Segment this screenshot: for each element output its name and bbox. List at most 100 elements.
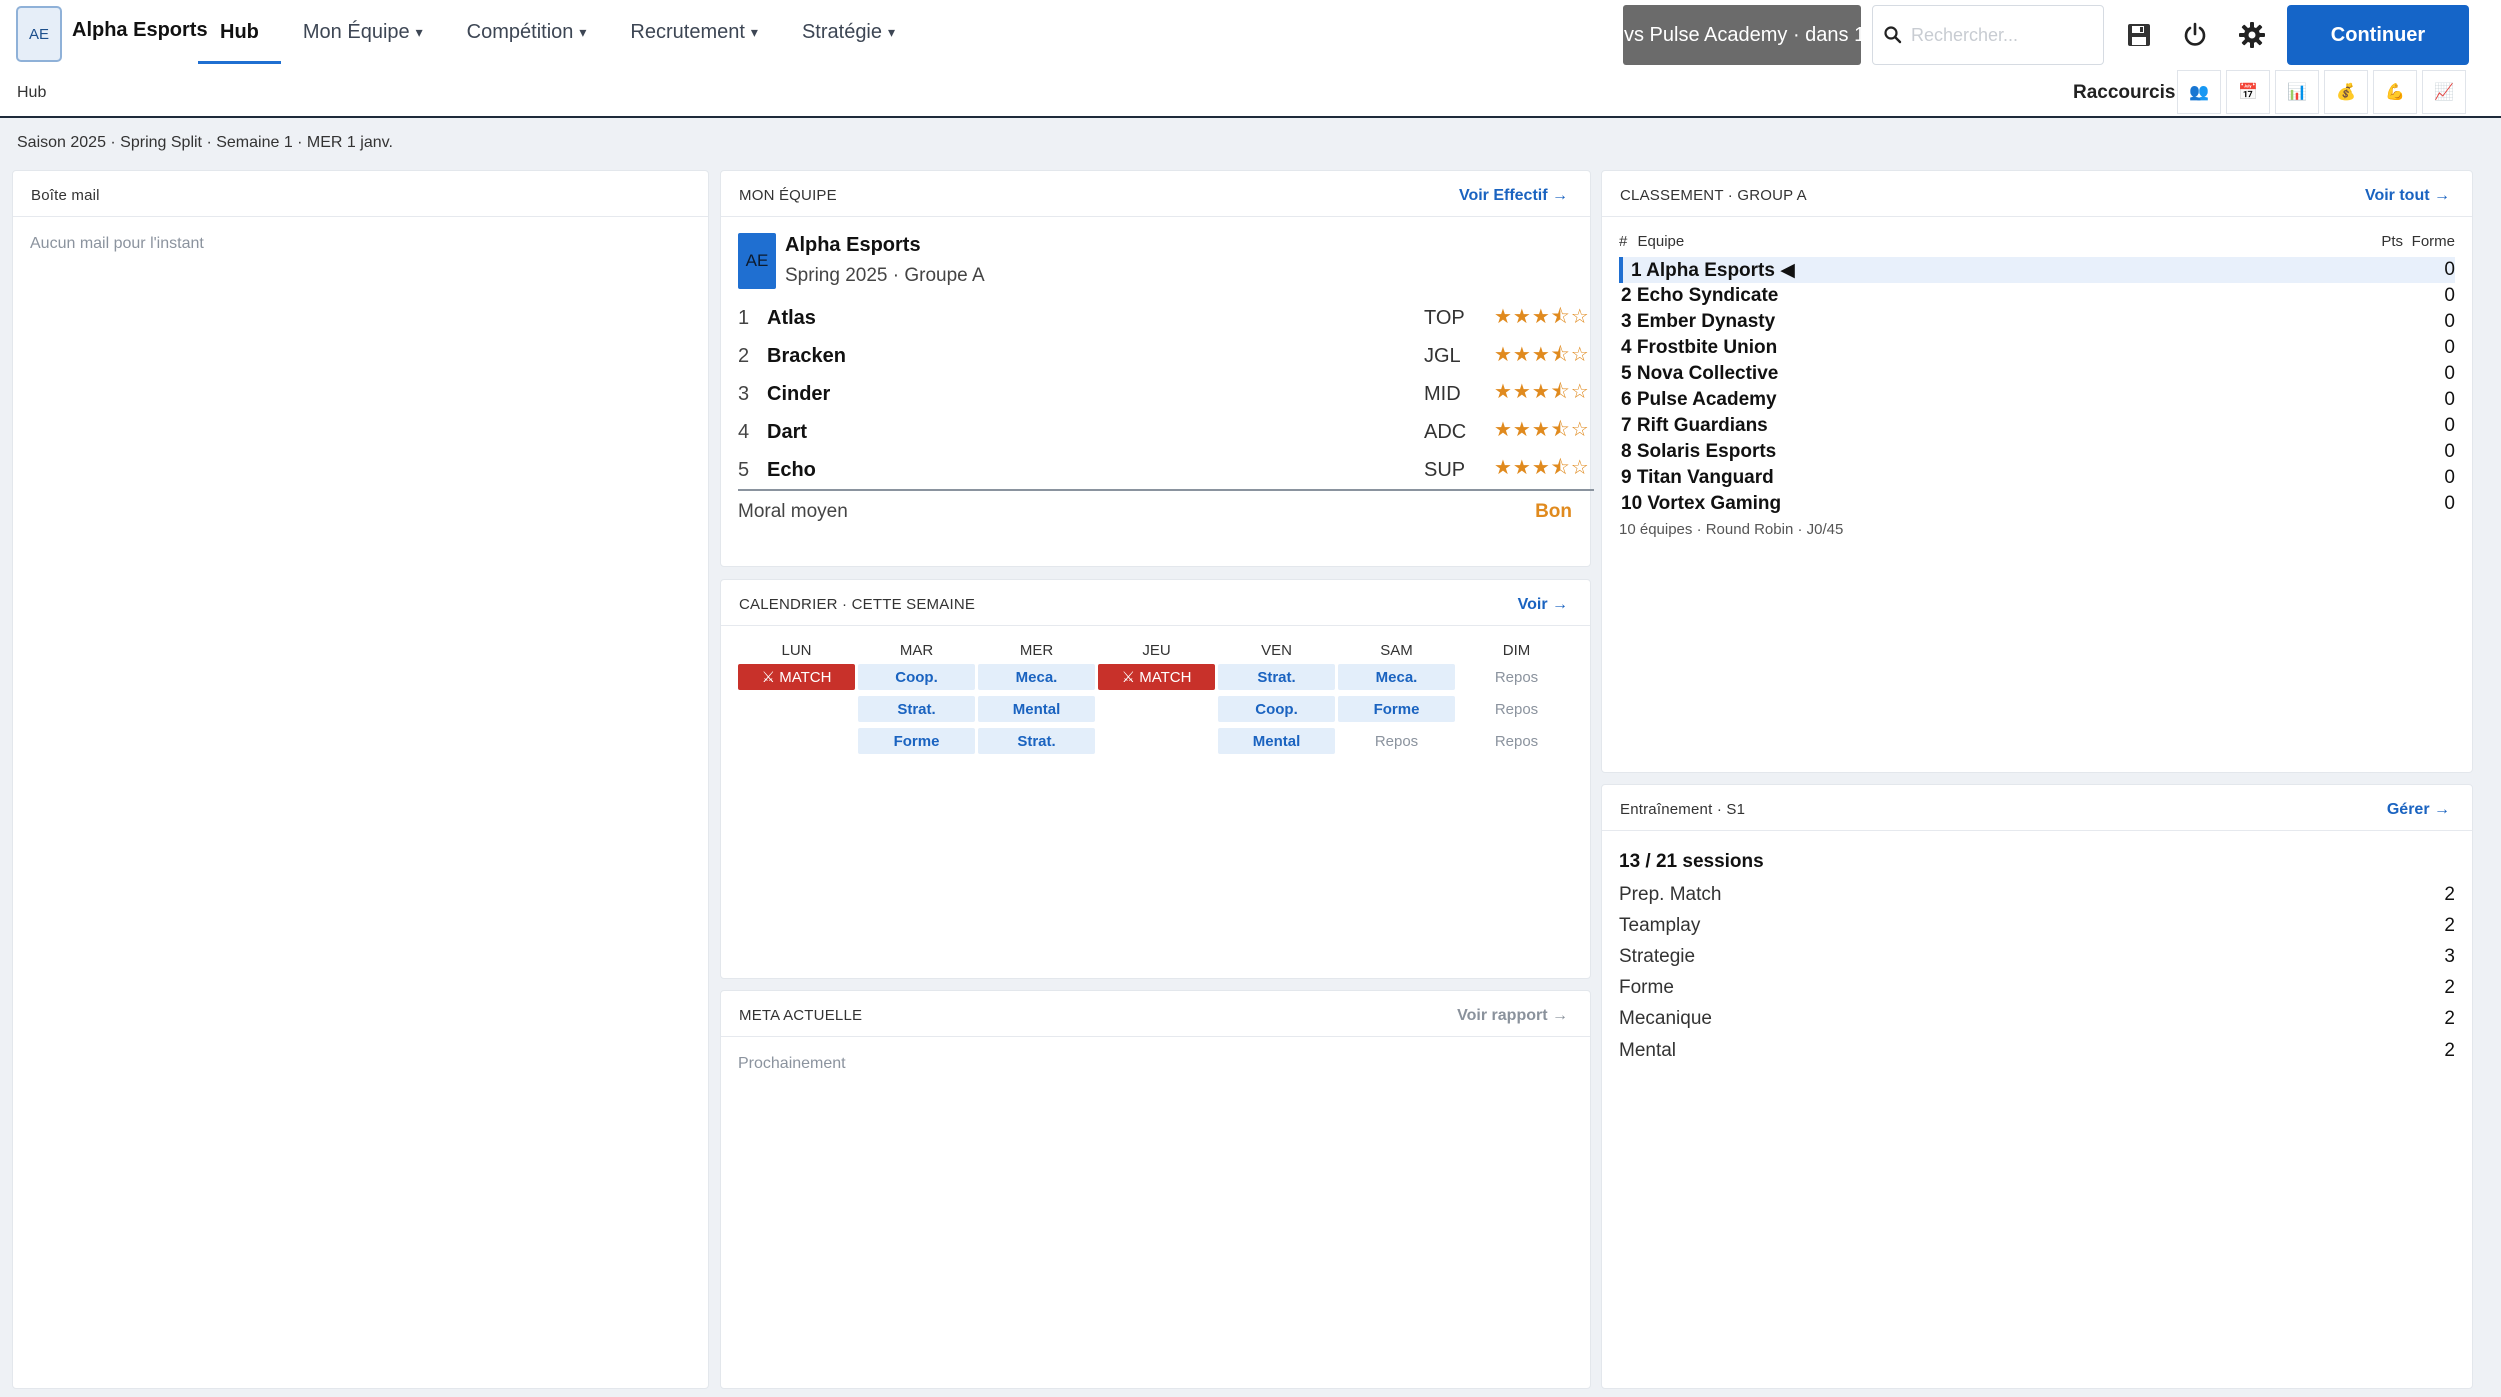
rest-slot[interactable]: Repos [1458,696,1575,722]
nav-competition-label: Compétition [466,20,574,43]
training-label: Forme [1619,977,1674,999]
save-icon[interactable] [2118,14,2160,56]
match-slot[interactable]: ⚔ MATCH [1098,664,1215,690]
view-all-link[interactable]: Voir tout → [2365,187,2450,205]
star-rating-icon: ★★★⯪☆ [1494,457,1590,480]
roster-row[interactable]: 2 Bracken JGL ★★★⯪☆ [738,338,1594,376]
money-bag-icon[interactable]: 💰 [2324,70,2368,114]
view-report-link[interactable]: Voir rapport → [1457,1007,1568,1025]
calendar-icon[interactable]: 📅 [2226,70,2270,114]
training-row[interactable]: Strategie 3 [1619,941,2455,972]
player-number: 1 [738,307,750,330]
mailbox-panel: Boîte mail Aucun mail pour l'instant [12,170,709,1389]
chevron-down-icon: ▾ [888,23,896,40]
search-input[interactable] [1911,24,2091,46]
meta-panel: META ACTUELLE Voir rapport → Prochaineme… [720,990,1591,1389]
roster-row[interactable]: 3 Cinder MID ★★★⯪☆ [738,376,1594,414]
training-row[interactable]: Mental 2 [1619,1035,2455,1066]
team-logo[interactable]: AE [16,6,62,62]
bar-chart-icon[interactable]: 📊 [2275,70,2319,114]
match-slot[interactable]: ⚔ MATCH [738,664,855,690]
training-slot[interactable]: Mental [1218,728,1335,754]
player-name: Bracken [767,345,846,368]
day-header: VEN [1261,642,1292,659]
standings-row[interactable]: 6 Pulse Academy 0 [1619,387,2455,413]
training-count: 2 [2444,1008,2455,1030]
player-number: 4 [738,420,750,443]
training-slot[interactable]: Strat. [858,696,975,722]
star-rating-icon: ★★★⯪☆ [1494,419,1590,442]
training-total: 13 / 21 sessions [1619,851,1764,872]
chevron-down-icon: ▾ [579,23,587,40]
standings-header: CLASSEMENT · GROUP A Voir tout → [1602,171,2472,217]
standings-row[interactable]: 3 Ember Dynasty 0 [1619,309,2455,335]
training-slot[interactable]: Strat. [978,728,1095,754]
app-title: Alpha Esports [72,19,208,41]
mailbox-title: Boîte mail [31,187,100,204]
standings-row[interactable]: 9 Titan Vanguard 0 [1619,465,2455,491]
standings-row[interactable]: 8 Solaris Esports 0 [1619,439,2455,465]
people-icon[interactable]: 👥 [2177,70,2221,114]
standings-row[interactable]: 2 Echo Syndicate 0 [1619,283,2455,309]
training-list: Prep. Match 2 Teamplay 2 Strategie 3 Forme 2 Mec… [1619,879,2455,1066]
power-icon[interactable] [2174,14,2216,56]
training-label: Mental [1619,1039,1677,1061]
training-slot[interactable]: Meca. [978,664,1095,690]
training-slot[interactable]: Mental [978,696,1095,722]
continue-button[interactable]: Continuer [2287,5,2469,65]
standings-row[interactable]: 7 Rift Guardians 0 [1619,413,2455,439]
nav-strategie-label: Stratégie [801,20,883,43]
view-calendar-link[interactable]: Voir → [1518,596,1568,614]
next-match-ticker[interactable]: vs Pulse Academy · dans 1 j [1623,5,1861,65]
roster-row[interactable]: 4 Dart ADC ★★★⯪☆ [738,413,1594,451]
calendar-panel: CALENDRIER · CETTE SEMAINE Voir → LUN MA… [720,579,1591,979]
rest-slot[interactable]: Repos [1338,728,1455,754]
training-panel: Entraînement · S1 Gérer → 13 / 21 sessio… [1601,784,2473,1389]
training-row[interactable]: Prep. Match 2 [1619,879,2455,910]
team-name: Alpha Esports [785,234,921,256]
training-slot[interactable]: Meca. [1338,664,1455,690]
team-subtitle: Spring 2025 · Groupe A [785,265,985,286]
training-row[interactable]: Forme 2 [1619,973,2455,1004]
day-header: JEU [1142,642,1171,659]
training-label: Teamplay [1619,914,1701,936]
rest-slot[interactable]: Repos [1458,728,1575,754]
training-slot[interactable]: Forme [1338,696,1455,722]
gear-icon[interactable] [2231,14,2273,56]
roster-divider [738,489,1594,491]
nav-recrutement[interactable]: Recrutement ▾ [608,0,780,64]
standings-row-own-team[interactable]: 1 Alpha Esports ◀ 0 [1619,257,2455,283]
col-pts: Pts [2381,233,2403,250]
main-nav: Hub Mon Équipe ▾ Compétition ▾ Recruteme… [198,0,917,64]
nav-hub[interactable]: Hub [198,0,281,64]
roster-row[interactable]: 5 Echo SUP ★★★⯪☆ [738,451,1594,489]
player-name: Atlas [767,307,816,330]
nav-competition[interactable]: Compétition ▾ [445,0,609,64]
player-number: 2 [738,345,750,368]
day-header: DIM [1502,642,1531,659]
manage-training-link[interactable]: Gérer → [2387,801,2450,819]
standings-row[interactable]: 4 Frostbite Union 0 [1619,335,2455,361]
training-count: 2 [2444,883,2455,905]
trend-chart-icon[interactable]: 📈 [2422,70,2466,114]
rest-slot[interactable]: Repos [1458,664,1575,690]
nav-mon-equipe[interactable]: Mon Équipe ▾ [281,0,445,64]
standings-row[interactable]: 10 Vortex Gaming 0 [1619,491,2455,517]
standings-row[interactable]: 5 Nova Collective 0 [1619,361,2455,387]
roster-list: 1 Atlas TOP ★★★⯪☆ 2 Bracken JGL ★★★⯪☆ 3 … [738,300,1594,489]
training-count: 2 [2444,1039,2455,1061]
standings-points: 0 [2444,311,2455,332]
training-slot[interactable]: Strat. [1218,664,1335,690]
training-row[interactable]: Teamplay 2 [1619,910,2455,941]
player-name: Echo [767,458,816,481]
training-slot[interactable]: Coop. [1218,696,1335,722]
flexed-arm-icon[interactable]: 💪 [2373,70,2417,114]
training-slot[interactable]: Coop. [858,664,975,690]
training-row[interactable]: Mecanique 2 [1619,1004,2455,1035]
view-roster-link[interactable]: Voir Effectif → [1459,187,1568,205]
training-slot[interactable]: Forme [858,728,975,754]
team-header: MON ÉQUIPE Voir Effectif → [721,171,1590,217]
standings-table: 1 Alpha Esports ◀ 0 2 Echo Syndicate 0 3 Emb… [1619,257,2455,517]
nav-strategie[interactable]: Stratégie ▾ [780,0,917,64]
roster-row[interactable]: 1 Atlas TOP ★★★⯪☆ [738,300,1594,338]
